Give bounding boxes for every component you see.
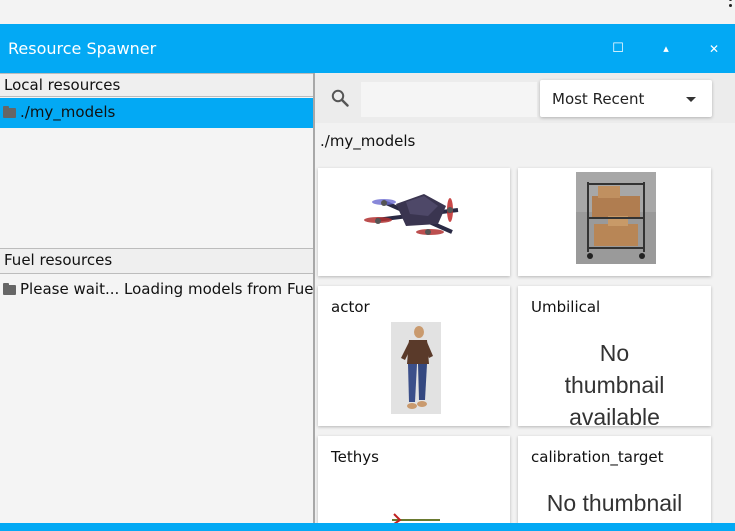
folder-icon <box>3 283 16 295</box>
no-thumbnail-text: No thumbnail <box>546 490 683 516</box>
bottom-bar <box>0 523 735 531</box>
resource-card[interactable]: calibration_target No thumbnail <box>518 436 711 523</box>
fuel-resources-header: Fuel resources <box>0 248 313 274</box>
chevron-down-icon <box>686 97 696 102</box>
local-resources-header: Local resources <box>0 73 313 97</box>
current-path: ./my_models <box>320 132 416 150</box>
resource-card[interactable]: actor <box>318 286 510 426</box>
search-input[interactable] <box>361 82 537 117</box>
top-strip <box>0 0 735 24</box>
card-title: Umbilical <box>531 298 601 316</box>
resource-tree-panel: Local resources ./my_models Fuel resourc… <box>0 73 315 523</box>
card-title: Tethys <box>331 448 379 466</box>
close-button[interactable]: ✕ <box>702 37 726 61</box>
card-title: actor <box>331 298 370 316</box>
card-title: calibration_target <box>531 448 664 466</box>
more-options-icon[interactable] <box>727 0 733 10</box>
actor-thumbnail <box>391 322 441 414</box>
resource-browser: Most Recent ./my_models actor Umbilical … <box>315 73 735 523</box>
local-item-label: ./my_models <box>20 103 116 121</box>
maximize-button[interactable]: ☐ <box>606 37 630 61</box>
search-bar: Most Recent <box>315 73 735 123</box>
search-icon[interactable] <box>331 89 349 107</box>
tethys-thumbnail <box>334 472 498 523</box>
title-bar: Resource Spawner ☐ ▴ ✕ <box>0 24 735 73</box>
resource-card[interactable] <box>518 168 711 276</box>
cart-thumbnail <box>576 172 656 264</box>
fuel-item-label: Please wait... Loading models from Fuel. <box>20 280 313 298</box>
window-title: Resource Spawner <box>8 39 157 58</box>
local-item-my-models[interactable]: ./my_models <box>0 98 313 128</box>
resource-card[interactable] <box>318 168 510 276</box>
sort-selected-label: Most Recent <box>552 90 645 108</box>
resource-card[interactable]: Umbilical No thumbnail available <box>518 286 711 426</box>
folder-icon <box>3 106 16 118</box>
resource-card[interactable]: Tethys <box>318 436 510 523</box>
quadcopter-thumbnail <box>354 172 478 263</box>
sort-dropdown[interactable]: Most Recent <box>540 80 712 117</box>
minimize-button[interactable]: ▴ <box>654 37 678 61</box>
fuel-item-loading[interactable]: Please wait... Loading models from Fuel. <box>0 275 313 305</box>
no-thumbnail-text: No thumbnail available <box>564 340 665 426</box>
